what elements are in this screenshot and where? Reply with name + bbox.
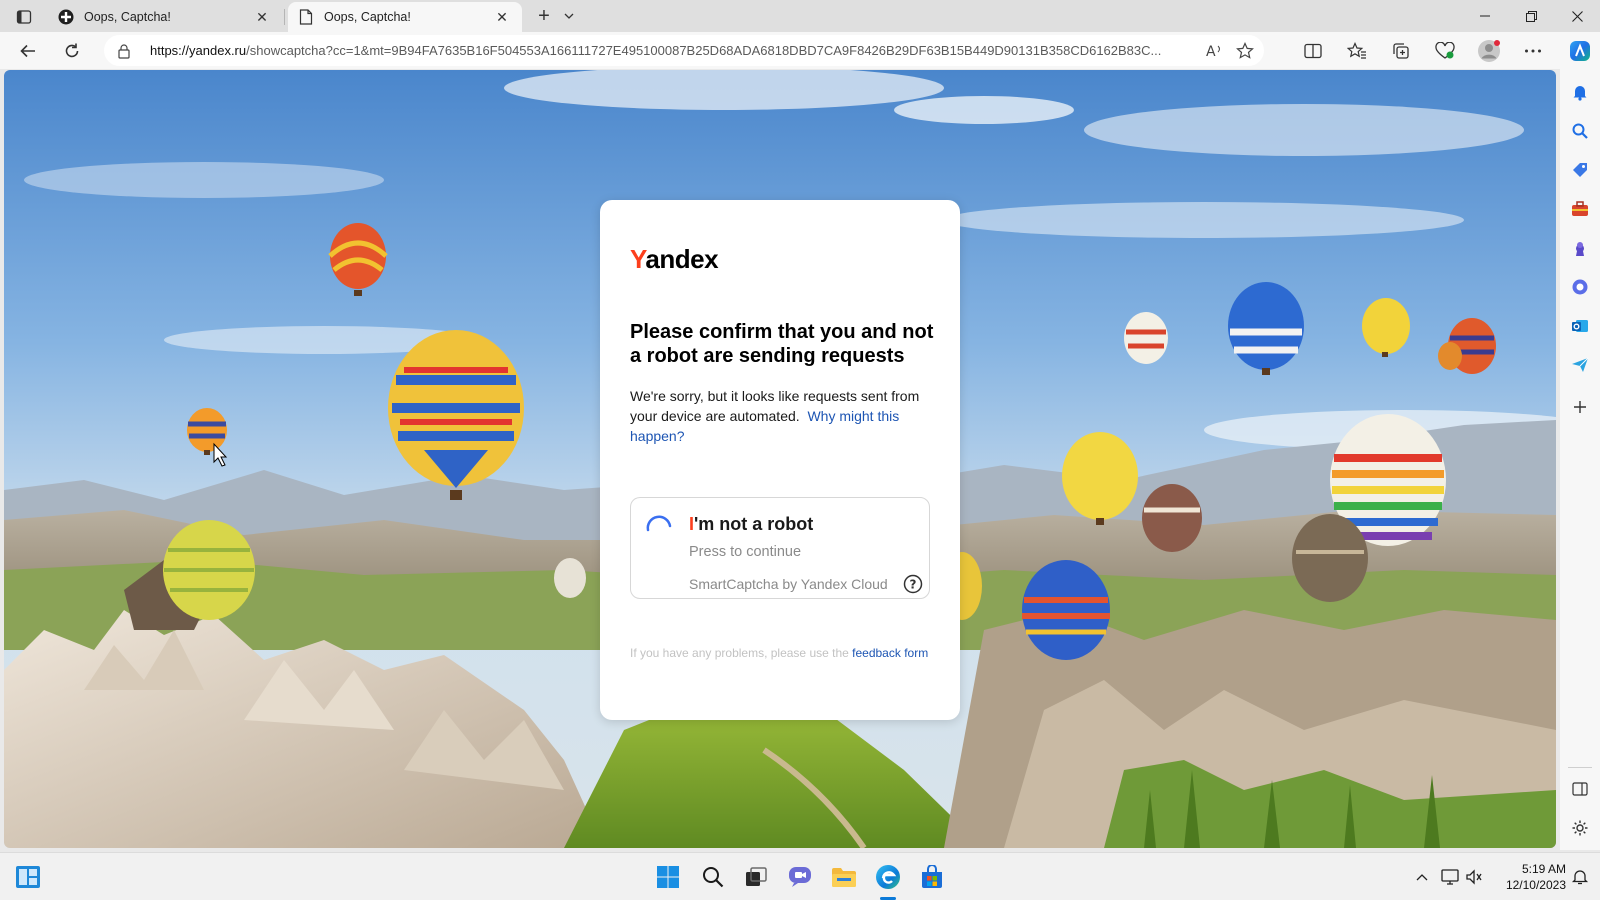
- settings-icon[interactable]: [1568, 816, 1592, 840]
- yandex-logo[interactable]: Yandex: [630, 244, 719, 275]
- plus-icon[interactable]: +: [532, 5, 556, 27]
- close-window-icon[interactable]: [1554, 0, 1600, 32]
- edge-icon[interactable]: [872, 861, 904, 893]
- games-icon[interactable]: [1568, 236, 1592, 260]
- microsoft365-icon[interactable]: [1568, 275, 1592, 299]
- title-bar: Oops, Captcha! ✕ Oops, Captcha! ✕ +: [0, 0, 1600, 32]
- tab-oops-captcha-2[interactable]: Oops, Captcha! ✕: [288, 2, 522, 32]
- question-icon[interactable]: ?: [903, 574, 923, 594]
- hide-sidebar-icon[interactable]: [1568, 777, 1592, 801]
- network-icon[interactable]: [1440, 867, 1460, 887]
- clock-time: 5:19 AM: [1521, 862, 1566, 876]
- svg-text:A: A: [1206, 44, 1216, 59]
- captcha-card: Yandex Please confirm that you and not a…: [600, 200, 960, 720]
- file-explorer-icon[interactable]: [828, 861, 860, 893]
- split-screen-icon[interactable]: [1298, 36, 1328, 66]
- chat-icon[interactable]: [784, 861, 816, 893]
- tab-separator: [284, 9, 285, 25]
- feedback-note: If you have any problems, please use the…: [630, 646, 929, 660]
- profile-avatar-icon[interactable]: [1474, 36, 1504, 66]
- refresh-icon[interactable]: [57, 36, 87, 66]
- feedback-form-link[interactable]: feedback form: [852, 646, 928, 660]
- tools-icon[interactable]: [1568, 197, 1592, 221]
- not-a-robot-label[interactable]: I'm not a robot: [689, 514, 813, 535]
- browser-toolbar: https://yandex.ru/showcaptcha?cc=1&mt=9B…: [0, 32, 1600, 69]
- tab-title: Oops, Captcha!: [84, 10, 171, 24]
- globe-favicon-icon: [58, 9, 74, 25]
- task-view-icon[interactable]: [740, 861, 772, 893]
- search-icon[interactable]: [1568, 119, 1592, 143]
- chevron-down-icon[interactable]: [560, 5, 578, 27]
- edge-sidebar: [1560, 69, 1600, 850]
- not-a-robot-checkbox[interactable]: I'm not a robot Press to continue SmartC…: [630, 497, 930, 599]
- browser-essentials-icon[interactable]: [1430, 36, 1460, 66]
- lock-icon[interactable]: [116, 43, 132, 59]
- store-icon[interactable]: [916, 861, 948, 893]
- svg-text:?: ?: [910, 578, 917, 592]
- system-clock[interactable]: 5:19 AM 12/10/2023: [1492, 861, 1566, 893]
- collections-icon[interactable]: [1386, 36, 1416, 66]
- tab-actions-icon[interactable]: [10, 6, 38, 28]
- tab-title: Oops, Captcha!: [324, 10, 411, 24]
- bell-icon[interactable]: [1568, 80, 1592, 104]
- windows-start-icon[interactable]: [652, 861, 684, 893]
- address-bar[interactable]: https://yandex.ru/showcaptcha?cc=1&mt=9B…: [104, 35, 1264, 66]
- url-text[interactable]: https://yandex.ru/showcaptcha?cc=1&mt=9B…: [150, 43, 1210, 58]
- captcha-heading: Please confirm that you and not a robot …: [630, 321, 934, 367]
- favorite-star-icon[interactable]: [1234, 40, 1256, 62]
- page-viewport: Yandex Please confirm that you and not a…: [4, 70, 1556, 848]
- favorites-icon[interactable]: [1342, 36, 1372, 66]
- more-icon[interactable]: [1518, 36, 1548, 66]
- windows-taskbar: 5:19 AM 12/10/2023: [0, 852, 1600, 900]
- tab-oops-captcha-1[interactable]: Oops, Captcha! ✕: [48, 2, 282, 32]
- loading-spinner-icon: [646, 515, 672, 532]
- search-icon[interactable]: [697, 861, 729, 893]
- volume-icon[interactable]: [1464, 867, 1484, 887]
- press-to-continue-label: Press to continue: [689, 544, 802, 560]
- shopping-tag-icon[interactable]: [1568, 158, 1592, 182]
- widgets-icon[interactable]: [12, 861, 44, 893]
- restore-icon[interactable]: [1508, 0, 1554, 32]
- minimize-icon[interactable]: [1462, 0, 1508, 32]
- smartcaptcha-provider-label: SmartCaptcha by Yandex Cloud: [689, 576, 888, 592]
- page-favicon-icon: [298, 9, 314, 25]
- drop-icon[interactable]: [1568, 353, 1592, 377]
- read-aloud-icon[interactable]: A: [1204, 40, 1226, 62]
- close-icon[interactable]: ✕: [252, 7, 272, 27]
- chevron-up-icon[interactable]: [1412, 867, 1432, 887]
- add-sidebar-app-icon[interactable]: [1568, 395, 1592, 419]
- copilot-icon[interactable]: [1565, 36, 1595, 66]
- back-icon[interactable]: [13, 36, 43, 66]
- captcha-description: We're sorry, but it looks like requests …: [630, 388, 920, 444]
- outlook-icon[interactable]: [1568, 314, 1592, 338]
- close-icon[interactable]: ✕: [492, 7, 512, 27]
- sidebar-separator: [1568, 767, 1592, 768]
- clock-date: 12/10/2023: [1505, 878, 1566, 892]
- notification-icon[interactable]: [1570, 867, 1590, 887]
